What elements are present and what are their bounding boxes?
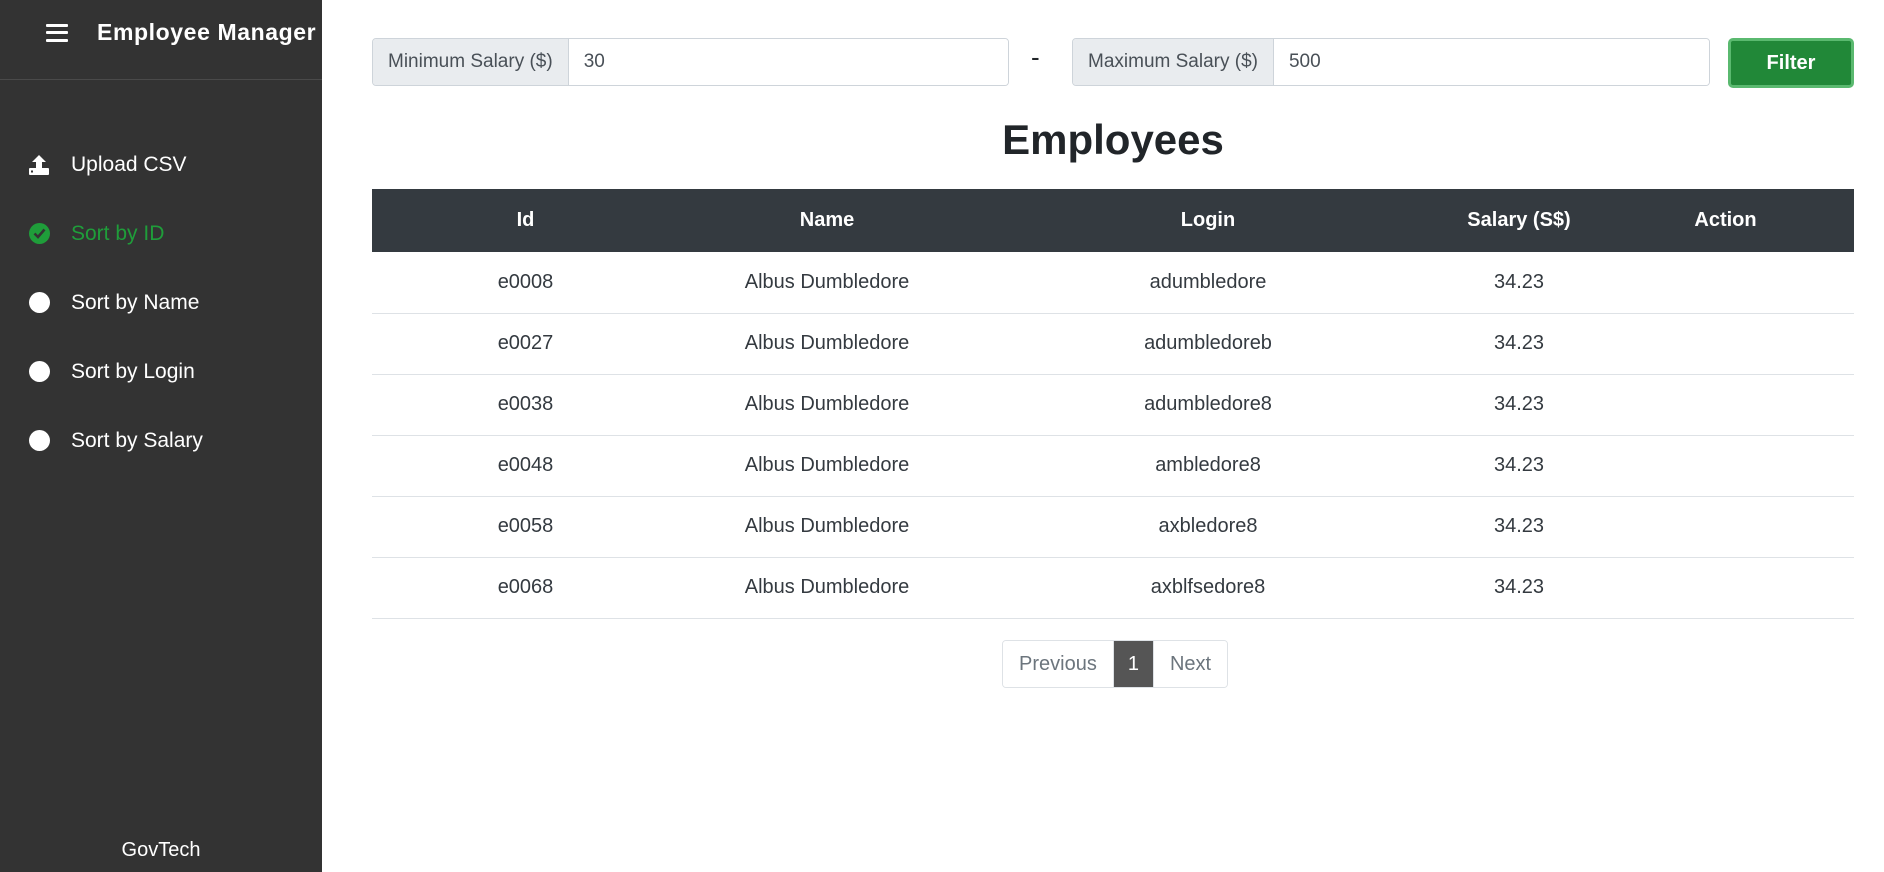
cell-name: Albus Dumbledore xyxy=(679,435,975,497)
sidebar-header: Employee Manager xyxy=(0,0,322,80)
radio-icon xyxy=(28,292,50,314)
cell-salary: 34.23 xyxy=(1441,496,1597,558)
salary-filter-bar: Minimum Salary ($) - Maximum Salary ($) … xyxy=(372,38,1854,88)
filter-button[interactable]: Filter xyxy=(1728,38,1854,88)
sidebar-item-label: Sort by Name xyxy=(71,290,200,314)
sidebar-item-label: Sort by ID xyxy=(71,221,165,245)
cell-action xyxy=(1597,374,1854,436)
sidebar: Employee Manager Upload CSV Sort by ID S… xyxy=(0,0,322,872)
sidebar-item-upload-csv[interactable]: Upload CSV xyxy=(0,130,322,199)
pagination-next-button[interactable]: Next xyxy=(1153,641,1228,687)
radio-icon xyxy=(28,361,50,383)
cell-id: e0008 xyxy=(372,252,679,314)
table-row: e0008 Albus Dumbledore adumbledore 34.23 xyxy=(372,252,1854,314)
cell-name: Albus Dumbledore xyxy=(679,374,975,436)
app-title: Employee Manager xyxy=(97,19,317,45)
sidebar-item-label: Sort by Login xyxy=(71,359,195,383)
cell-name: Albus Dumbledore xyxy=(679,557,975,619)
max-salary-group: Maximum Salary ($) xyxy=(1072,38,1710,86)
sidebar-footer: GovTech xyxy=(121,839,201,861)
cell-login: adumbledore xyxy=(975,252,1441,314)
sidebar-item-sort-by-name[interactable]: Sort by Name xyxy=(0,268,322,337)
cell-login: axbledore8 xyxy=(975,496,1441,558)
hamburger-menu-icon[interactable] xyxy=(46,23,68,42)
upload-icon xyxy=(28,154,50,176)
cell-salary: 34.23 xyxy=(1441,435,1597,497)
cell-login: adumbledoreb xyxy=(975,313,1441,375)
employees-table: Id Name Login Salary (S$) Action e0008 A… xyxy=(372,189,1854,619)
sidebar-item-sort-by-salary[interactable]: Sort by Salary xyxy=(0,406,322,475)
column-header-salary[interactable]: Salary (S$) xyxy=(1441,189,1597,252)
sidebar-item-sort-by-login[interactable]: Sort by Login xyxy=(0,337,322,406)
cell-salary: 34.23 xyxy=(1441,313,1597,375)
max-salary-label: Maximum Salary ($) xyxy=(1073,39,1274,85)
min-salary-label: Minimum Salary ($) xyxy=(373,39,569,85)
max-salary-input[interactable] xyxy=(1273,39,1709,85)
cell-id: e0058 xyxy=(372,496,679,558)
pagination: Previous 1 Next xyxy=(1002,640,1229,688)
pagination-page-button[interactable]: 1 xyxy=(1113,641,1154,687)
cell-id: e0048 xyxy=(372,435,679,497)
range-separator: - xyxy=(1031,42,1040,72)
table-row: e0027 Albus Dumbledore adumbledoreb 34.2… xyxy=(372,313,1854,375)
cell-salary: 34.23 xyxy=(1441,252,1597,314)
cell-salary: 34.23 xyxy=(1441,374,1597,436)
cell-name: Albus Dumbledore xyxy=(679,252,975,314)
cell-id: e0038 xyxy=(372,374,679,436)
cell-login: axblfsedore8 xyxy=(975,557,1441,619)
cell-salary: 34.23 xyxy=(1441,557,1597,619)
table-row: e0048 Albus Dumbledore ambledore8 34.23 xyxy=(372,435,1854,497)
radio-icon xyxy=(28,430,50,452)
table-row: e0068 Albus Dumbledore axblfsedore8 34.2… xyxy=(372,557,1854,619)
cell-id: e0068 xyxy=(372,557,679,619)
sidebar-item-sort-by-id[interactable]: Sort by ID xyxy=(0,199,322,268)
column-header-action: Action xyxy=(1597,189,1854,252)
sidebar-item-label: Upload CSV xyxy=(71,152,187,176)
cell-action xyxy=(1597,496,1854,558)
check-circle-icon xyxy=(28,223,50,245)
cell-action xyxy=(1597,252,1854,314)
table-row: e0058 Albus Dumbledore axbledore8 34.23 xyxy=(372,496,1854,558)
sidebar-item-label: Sort by Salary xyxy=(71,428,203,452)
table-header-row: Id Name Login Salary (S$) Action xyxy=(372,189,1854,252)
cell-action xyxy=(1597,313,1854,375)
cell-action xyxy=(1597,557,1854,619)
cell-name: Albus Dumbledore xyxy=(679,496,975,558)
cell-login: ambledore8 xyxy=(975,435,1441,497)
table-row: e0038 Albus Dumbledore adumbledore8 34.2… xyxy=(372,374,1854,436)
pagination-previous-button[interactable]: Previous xyxy=(1003,641,1114,687)
cell-action xyxy=(1597,435,1854,497)
column-header-id[interactable]: Id xyxy=(372,189,679,252)
cell-id: e0027 xyxy=(372,313,679,375)
min-salary-group: Minimum Salary ($) xyxy=(372,38,1009,86)
column-header-login[interactable]: Login xyxy=(975,189,1441,252)
page-title: Employees xyxy=(1002,116,1224,163)
cell-login: adumbledore8 xyxy=(975,374,1441,436)
min-salary-input[interactable] xyxy=(568,39,1008,85)
cell-name: Albus Dumbledore xyxy=(679,313,975,375)
sidebar-nav: Upload CSV Sort by ID Sort by Name Sort … xyxy=(0,130,322,475)
column-header-name[interactable]: Name xyxy=(679,189,975,252)
